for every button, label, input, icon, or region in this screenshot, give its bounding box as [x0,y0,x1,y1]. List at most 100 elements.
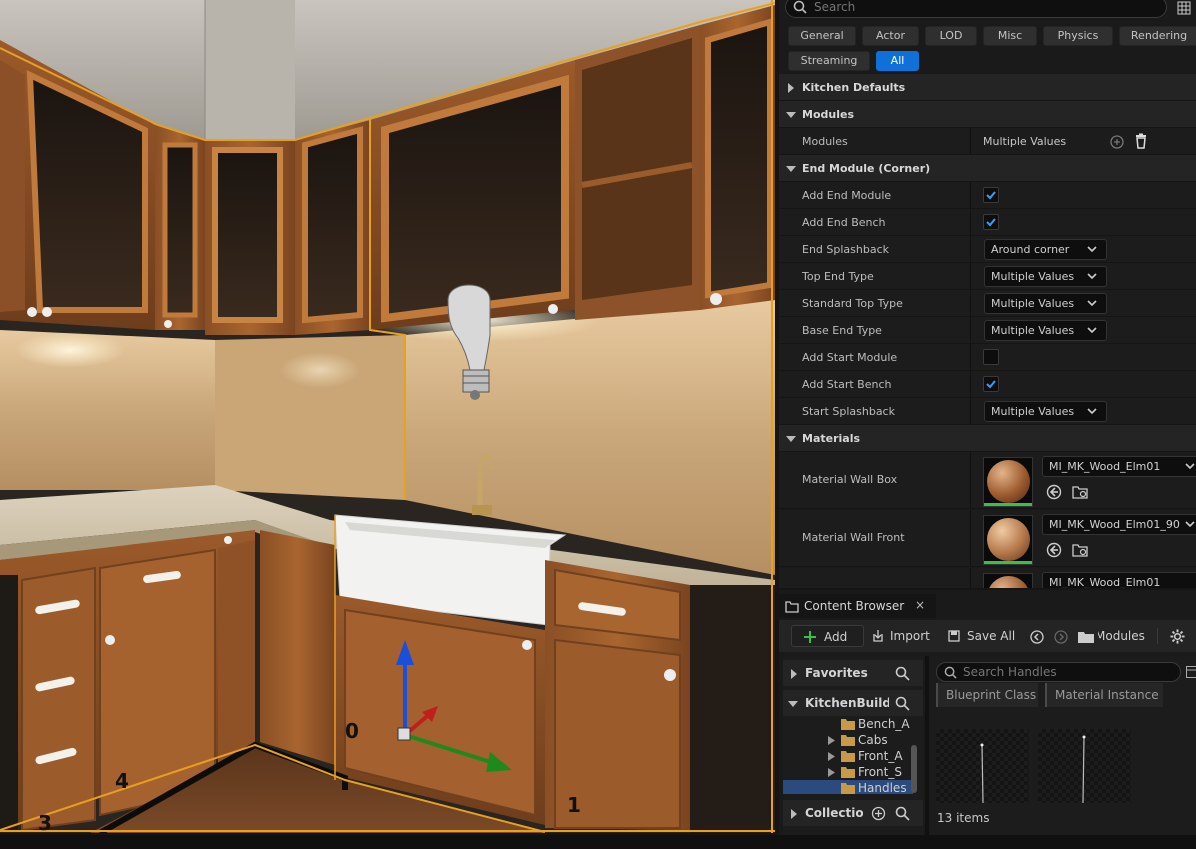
category-end-module[interactable]: End Module (Corner) [779,155,1196,182]
add-collection-icon[interactable] [871,806,886,821]
kitchen-scene[interactable]: 0 1 3 4 [0,0,775,833]
top-end-type-dropdown[interactable]: Multiple Values [984,266,1107,287]
search-icon[interactable] [895,696,910,711]
prop-label: Add End Bench [802,216,886,229]
item-count: 13 items [937,811,990,825]
expanded-arrow-icon [788,701,798,707]
path-breadcrumb-modules[interactable]: Modules [1098,625,1156,647]
use-selected-icon[interactable] [1046,484,1062,500]
expanded-arrow-icon [786,112,796,118]
add-button[interactable]: Add [791,625,864,647]
filter-physics[interactable]: Physics [1043,26,1113,46]
favorites-section[interactable]: Favorites [783,660,923,686]
add-start-bench-checkbox[interactable] [983,376,999,392]
collections-section[interactable]: Collections [783,800,923,826]
details-search-input[interactable] [814,0,1154,16]
category-materials[interactable]: Materials [779,425,1196,452]
material-asset-picker[interactable]: MI_MK_Wood_Elm01_90 [1042,514,1196,535]
filter-streaming[interactable]: Streaming [788,51,870,71]
back-arrow-icon[interactable] [1030,630,1044,644]
filter-lod[interactable]: LOD [925,26,977,46]
property-matrix-icon[interactable] [1177,1,1191,15]
prop-label: Modules [802,135,848,148]
asset-search-box[interactable] [936,662,1181,682]
filter-all[interactable]: All [876,51,919,71]
folder-front-a[interactable]: Front_A [783,748,913,764]
filter-rendering[interactable]: Rendering [1119,26,1196,46]
folder-cabs[interactable]: Cabs [783,732,913,748]
add-start-module-checkbox[interactable] [983,349,999,365]
asset-tile[interactable] [1038,729,1131,803]
use-selected-icon[interactable] [1046,542,1062,558]
root-label: KitchenBuilder [805,696,889,710]
trash-icon[interactable] [1133,133,1149,149]
filter-general[interactable]: General [788,26,856,46]
prop-label: Standard Top Type [802,297,903,310]
category-label: End Module (Corner) [802,162,931,175]
material-thumbnail[interactable] [983,573,1033,588]
collapsed-arrow-icon[interactable] [828,736,835,745]
details-search-box[interactable] [785,0,1167,18]
close-tab-icon[interactable]: × [915,598,925,612]
material-thumbnail[interactable] [983,515,1033,565]
collapsed-arrow-icon[interactable] [828,768,835,777]
prop-label: End Splashback [802,243,890,256]
browse-folder-icon[interactable] [1072,484,1088,500]
prop-standard-top-type: Standard Top Type Multiple Values [779,290,1196,317]
search-icon [944,666,957,679]
folder-handles[interactable]: Handles [783,780,913,794]
module-number-3: 3 [38,811,52,833]
folder-bench-a[interactable]: Bench_A [783,716,913,732]
import-icon [873,630,883,642]
asset-search-input[interactable] [963,664,1173,680]
filter-chip-material-instance[interactable]: Material Instance [1045,683,1163,707]
prop-add-end-module: Add End Module [779,182,1196,209]
search-icon[interactable] [895,806,910,821]
settings-gear-icon[interactable] [1170,629,1185,644]
standard-top-type-dropdown[interactable]: Multiple Values [984,293,1107,314]
prop-label: Material Wall Box [802,473,898,486]
start-splashback-dropdown[interactable]: Multiple Values [984,401,1107,422]
category-modules[interactable]: Modules [779,101,1196,128]
material-asset-picker[interactable]: MI_MK_Wood_Elm01 [1042,572,1196,588]
prop-add-end-bench: Add End Bench [779,209,1196,236]
view-options-icon[interactable] [1186,666,1196,678]
folder-front-s[interactable]: Front_S [783,764,913,780]
prop-label: Add Start Bench [802,378,892,391]
tree-scrollbar[interactable] [911,745,917,793]
content-browser-panel: Content Browser × Add Import Save All Mo… [779,590,1196,835]
filter-actor[interactable]: Actor [862,26,919,46]
filter-misc[interactable]: Misc [983,26,1037,46]
forward-arrow-icon[interactable] [1054,630,1068,644]
collapsed-arrow-icon[interactable] [828,752,835,761]
material-asset-picker[interactable]: MI_MK_Wood_Elm01 [1042,456,1196,477]
add-element-icon[interactable] [1109,134,1125,150]
filter-chip-blueprint-class[interactable]: Blueprint Class [936,683,1038,707]
base-end-type-dropdown[interactable]: Multiple Values [984,320,1107,341]
prop-modules: Modules Multiple Values [779,128,1196,155]
level-viewport[interactable]: 0 1 3 4 [0,0,775,833]
browse-folder-icon[interactable] [1072,542,1088,558]
plus-icon [804,631,816,643]
asset-tile[interactable] [936,729,1029,803]
folder-label: Bench_A [858,717,910,731]
panel-splitter[interactable] [925,656,929,835]
prop-label: Material Wall Front [802,531,905,544]
chevron-down-icon [1087,408,1097,415]
import-label: Import [890,629,930,643]
category-kitchen-defaults[interactable]: Kitchen Defaults [779,74,1196,101]
search-icon[interactable] [895,666,910,681]
material-thumbnail[interactable] [983,457,1033,507]
end-splashback-dropdown[interactable]: Around corner [984,239,1107,260]
favorites-label: Favorites [805,666,868,680]
asset-name: MI_MK_Wood_Elm01 [1049,576,1161,588]
content-browser-tab[interactable]: Content Browser × [779,594,936,618]
add-end-bench-checkbox[interactable] [983,214,999,230]
dropdown-value: Multiple Values [991,270,1075,283]
search-icon [793,0,807,14]
dropdown-value: Around corner [991,243,1070,256]
material-wall-box-row: Material Wall Box MI_MK_Wood_Elm01 [779,452,1196,509]
module-number-1: 1 [567,793,581,817]
add-end-module-checkbox[interactable] [983,187,999,203]
kitchenbuilder-section[interactable]: KitchenBuilder [783,690,923,716]
